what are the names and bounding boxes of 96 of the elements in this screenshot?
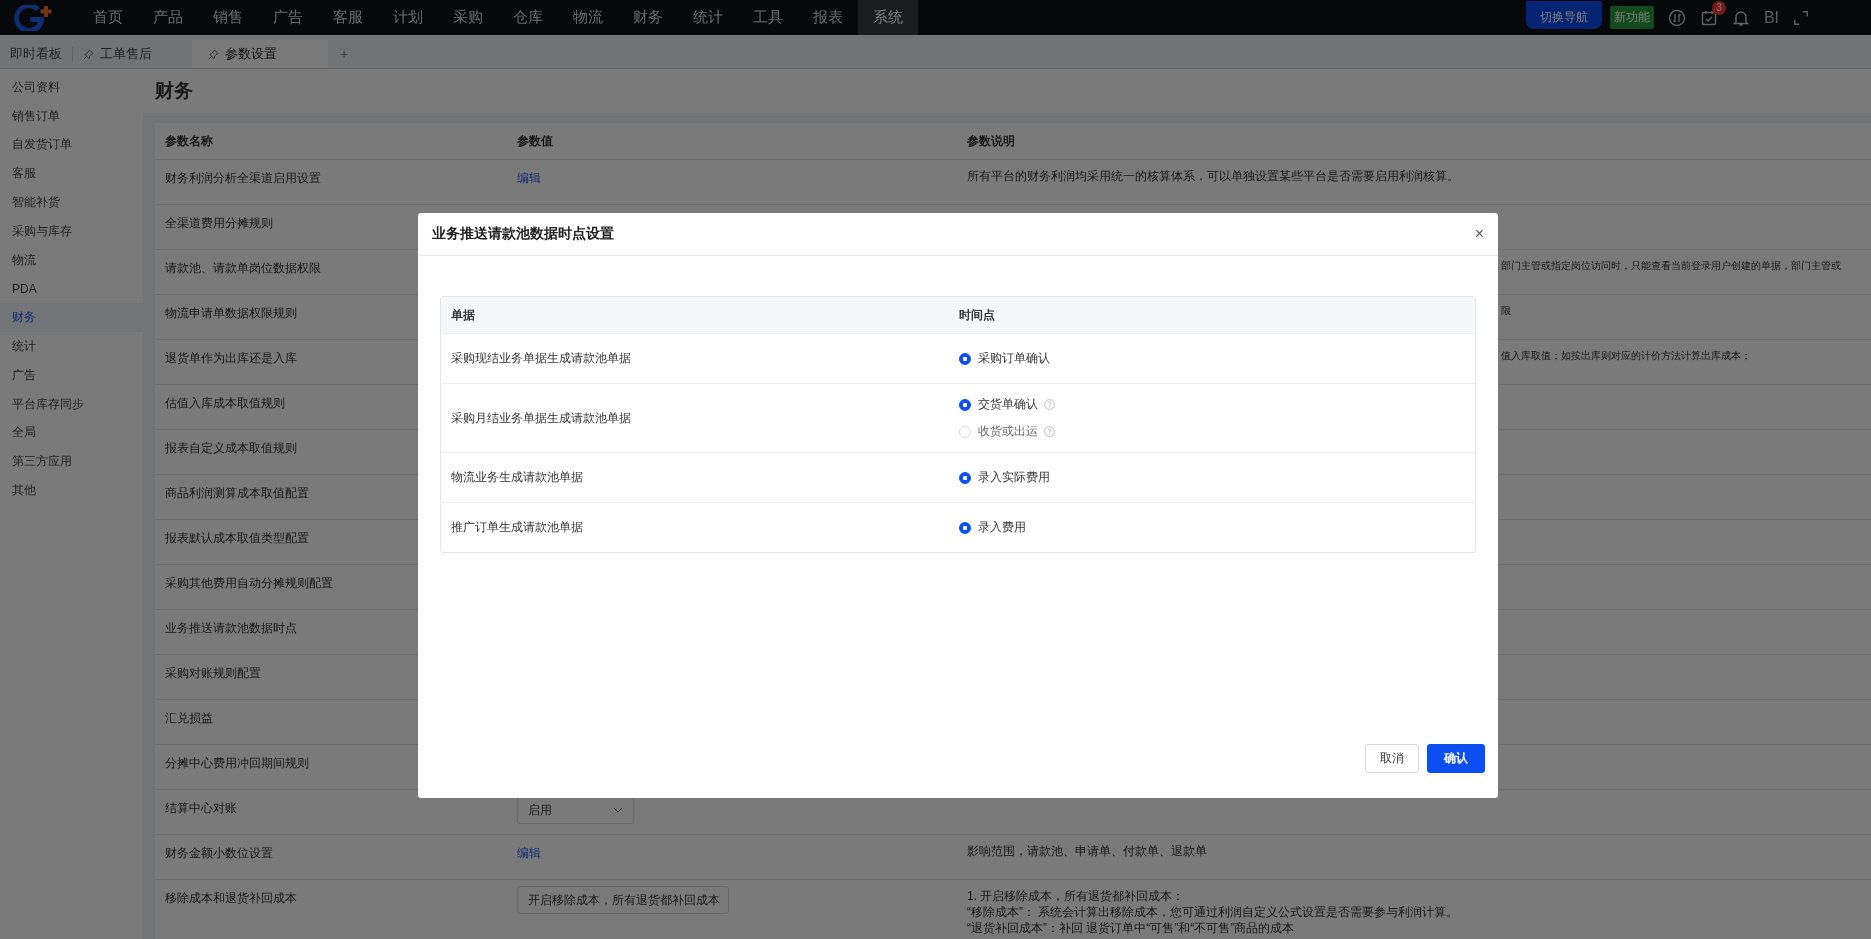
parameter-name: 商品利润测算成本取值配置 (165, 486, 309, 500)
parameter-name: 业务推送请款池数据时点 (165, 621, 297, 635)
parameter-description: 值入库取值；如按出库则对应的计价方法计算出库成本； (1501, 349, 1751, 363)
nav-item[interactable]: 广告 (258, 0, 318, 35)
parameter-name: 估值入库成本取值规则 (165, 396, 285, 410)
pin-icon[interactable] (83, 48, 94, 60)
radio-label[interactable]: 录入实际费用 (978, 469, 1050, 486)
sidebar-item[interactable]: 平台库存同步 (0, 389, 143, 419)
close-button[interactable]: × (1474, 225, 1484, 243)
nav-item[interactable]: 首页 (78, 0, 138, 35)
sidebar-item[interactable]: 智能补货 (0, 188, 143, 217)
nav-item[interactable]: 客服 (318, 0, 378, 35)
sidebar-item[interactable]: 财务 (0, 303, 143, 333)
column-header: 参数名称 (164, 132, 214, 150)
nav-item[interactable]: 产品 (138, 0, 198, 35)
logo-icon[interactable] (14, 4, 54, 31)
nav-item[interactable]: 物流 (558, 0, 618, 35)
radio-button[interactable] (959, 521, 971, 534)
parameter-name: 分摊中心费用冲回期间规则 (165, 756, 309, 770)
bell-icon[interactable] (1731, 8, 1750, 27)
sidebar-item[interactable]: 物流 (0, 245, 143, 275)
parameter-description: 所有平台的财务利润均采用统一的核算体系，可以单独设置某些平台是否需要启用利润核算。 (967, 168, 1459, 184)
nav-item[interactable]: 报表 (798, 0, 858, 35)
sidebar-item[interactable]: 自发货订单 (0, 130, 143, 160)
chevron-down-icon (613, 807, 623, 813)
radio-label[interactable]: 采购订单确认 (978, 350, 1050, 367)
sidebar-item[interactable]: 客服 (0, 159, 143, 189)
switch-nav-button[interactable]: 切换导航 (1525, 0, 1602, 29)
parameter-name: 退货单作为出库还是入库 (165, 351, 297, 365)
nav-item[interactable]: 统计 (678, 0, 738, 35)
nav-item[interactable]: 计划 (378, 0, 438, 35)
parameter-name: 财务利润分析全渠道启用设置 (165, 171, 321, 185)
parameter-name: 汇兑损益 (165, 711, 213, 725)
tab[interactable]: 即时看板 (0, 40, 72, 68)
document-type: 推广订单生成请款池单据 (451, 520, 583, 534)
radio-label[interactable]: 收货或出运 (978, 423, 1038, 440)
sidebar-item[interactable]: 统计 (0, 332, 143, 361)
pin-icon[interactable] (208, 48, 219, 60)
edit-link[interactable]: 编辑 (517, 845, 541, 862)
radio-button[interactable] (959, 352, 971, 365)
fullscreen-icon[interactable] (1793, 9, 1809, 26)
sidebar-item[interactable]: 采购与库存 (0, 217, 143, 246)
task-icon[interactable] (1699, 8, 1718, 27)
parameter-name: 采购其他费用自动分摊规则配置 (165, 576, 333, 590)
parameter-name: 报表默认成本取值类型配置 (165, 531, 309, 545)
parameter-name: 报表自定义成本取值规则 (165, 441, 297, 455)
edit-link[interactable]: 编辑 (517, 170, 541, 187)
sidebar-item[interactable]: 销售订单 (0, 101, 143, 131)
parameter-description: 1. 开启移除成本，所有退货都补回成本： (967, 888, 1186, 904)
sidebar-item[interactable]: 其他 (0, 476, 143, 505)
column-header: 参数说明 (966, 132, 1015, 150)
document-type: 采购月结业务单据生成请款池单据 (451, 410, 631, 425)
parameter-name: 物流申请单数据权限规则 (165, 306, 297, 320)
sidebar-item[interactable]: 全局 (0, 418, 143, 448)
radio-button[interactable] (959, 471, 971, 484)
sort-icon[interactable] (1667, 8, 1686, 27)
radio-label[interactable]: 录入费用 (978, 519, 1026, 536)
nav-item[interactable]: 工具 (738, 0, 798, 35)
document-type: 采购现结业务单据生成请款池单据 (451, 351, 631, 365)
sidebar-item[interactable]: 广告 (0, 360, 143, 390)
column-header: 参数值 (516, 132, 554, 150)
parameter-name: 财务金额小数位设置 (165, 846, 273, 860)
radio-button[interactable] (959, 398, 971, 411)
sidebar-item[interactable]: 公司资料 (0, 73, 143, 102)
new-feature-badge[interactable]: 新功能 (1609, 6, 1654, 29)
column-header: 时间点 (959, 306, 995, 324)
add-tab-button[interactable]: + (328, 40, 361, 68)
nav-item[interactable]: 销售 (198, 0, 258, 35)
nav-item[interactable]: 系统 (858, 0, 918, 35)
page-title: 财务 (155, 79, 193, 103)
parameter-description: 部门主管或指定岗位访问时，只能查看当前登录用户创建的单据，部门主管或 (1501, 259, 1841, 273)
parameter-description: “移除成本”： 系统会计算出移除成本，您可通过利润自定义公式设置是否需要参与利润计算。 (967, 904, 1459, 920)
select-field[interactable]: 开启移除成本，所有退货都补回成本 (517, 886, 729, 914)
tab[interactable]: 参数设置 (192, 40, 328, 68)
radio-label[interactable]: 交货单确认 (978, 396, 1038, 413)
parameter-description: 限 (1501, 304, 1511, 318)
dialog-title: 业务推送请款池数据时点设置 (432, 225, 614, 243)
sidebar-item[interactable]: PDA (0, 274, 143, 304)
column-header: 单据 (450, 306, 476, 324)
parameter-name: 请款池、请款单岗位数据权限 (165, 261, 321, 275)
parameter-description: 影响范围，请款池、申请单、付款单、退款单 (967, 843, 1207, 859)
nav-item[interactable]: 财务 (618, 0, 678, 35)
bi-link[interactable]: BI (1763, 8, 1779, 27)
nav-item[interactable]: 采购 (438, 0, 498, 35)
parameter-name: 结算中心对账 (165, 801, 237, 815)
cancel-button[interactable]: 取消 (1365, 744, 1419, 773)
document-type: 物流业务生成请款池单据 (451, 470, 583, 484)
parameter-name: 移除成本和退货补回成本 (165, 891, 297, 905)
count-badge: 3 (1712, 0, 1726, 15)
tab[interactable]: 工单售后 (73, 40, 162, 68)
confirm-button[interactable]: 确认 (1427, 744, 1485, 773)
parameter-name: 全渠道费用分摊规则 (165, 216, 273, 230)
sidebar-item[interactable]: 第三方应用 (0, 447, 143, 477)
parameter-description: “退货补回成本”：补回 退货订单中“可售”和“不可售”商品的成本 (967, 920, 1296, 936)
parameter-name: 采购对账规则配置 (165, 666, 261, 680)
nav-item[interactable]: 仓库 (498, 0, 558, 35)
